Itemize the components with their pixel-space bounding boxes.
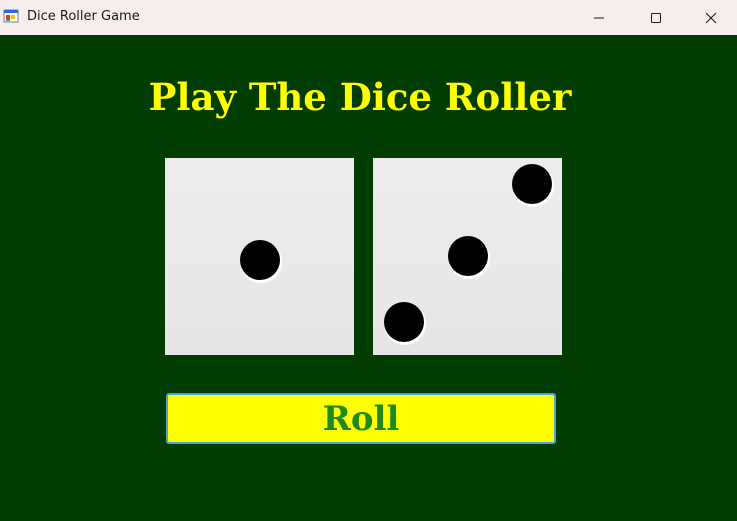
maximize-icon xyxy=(651,12,661,23)
die-pip xyxy=(384,302,424,342)
close-icon xyxy=(705,12,717,23)
close-button[interactable] xyxy=(685,0,737,35)
window-title: Dice Roller Game xyxy=(27,9,140,24)
roll-button[interactable]: Roll xyxy=(166,393,556,444)
die-left xyxy=(165,158,354,355)
die-pip xyxy=(448,236,488,276)
minimize-button[interactable] xyxy=(570,0,628,35)
die-pip xyxy=(512,164,552,204)
minimize-icon xyxy=(594,17,604,18)
game-heading: Play The Dice Roller xyxy=(148,75,572,119)
game-panel: Play The Dice Roller Roll xyxy=(0,35,737,521)
maximize-button[interactable] xyxy=(627,0,685,35)
title-bar[interactable]: Dice Roller Game xyxy=(0,0,737,35)
die-pip xyxy=(240,240,280,280)
app-icon xyxy=(3,9,19,23)
app-window: Dice Roller Game Play The Dice Roller Ro… xyxy=(0,0,737,521)
die-right xyxy=(373,158,562,355)
